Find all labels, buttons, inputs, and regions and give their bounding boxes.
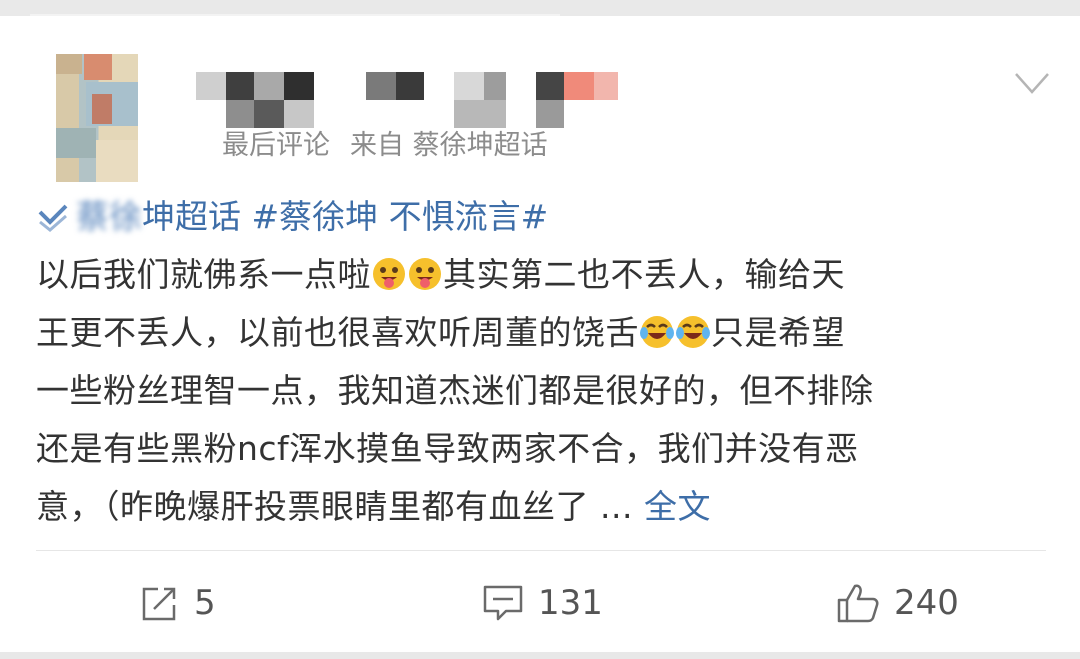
username-mosaic[interactable] [196,72,626,130]
comment-button[interactable]: 131 [482,578,603,628]
super-topic-icon [38,204,68,232]
comment-count: 131 [538,583,603,623]
topic-blurred-text: 蔡徐 [76,197,142,236]
tongue-emoji [408,251,442,309]
repost-icon [142,587,176,621]
text-line: 还是有些黑粉ncf浑水摸鱼导致两家不合，我们并没有恶 [36,429,859,468]
laugh-cry-emoji [676,309,710,367]
last-comment-label: 最后评论 [222,130,330,161]
bottom-separator [0,652,1080,659]
text-line: 王更不丢人，以前也很喜欢听周董的饶舌 只是希望 [36,304,1046,362]
repost-count: 5 [194,583,216,623]
avatar[interactable] [56,54,138,182]
post-meta: 最后评论 来自 蔡徐坤超话 [222,126,548,166]
tongue-emoji [372,251,406,309]
repost-button[interactable]: 5 [140,578,216,628]
source-label[interactable]: 来自 蔡徐坤超话 [350,130,548,161]
post-body: 以后我们就佛系一点啦 其实第二也不丢人，输给天 王更不丢人，以前也很喜欢听周董的饶… [36,246,1046,536]
like-button[interactable]: 240 [836,578,959,628]
action-divider [36,550,1046,551]
topic-text[interactable]: 坤超话 #蔡徐坤 不惧流言# [142,192,548,242]
read-full-link[interactable]: 全文 [644,487,711,526]
text-line: 意，（昨晚爆肝投票眼睛里都有血丝了 ... 全文 [36,487,711,526]
like-icon [837,584,879,623]
text-line: 以后我们就佛系一点啦 其实第二也不丢人，输给天 [36,246,1046,304]
chevron-down-icon[interactable] [1013,64,1051,102]
super-topic-link[interactable]: 蔡徐 坤超话 #蔡徐坤 不惧流言# [36,192,548,242]
comment-icon [483,585,523,621]
laugh-cry-emoji [640,309,674,367]
like-count: 240 [894,583,959,623]
text-line: 一些粉丝理智一点，我知道杰迷们都是很好的，但不排除 [36,371,874,410]
